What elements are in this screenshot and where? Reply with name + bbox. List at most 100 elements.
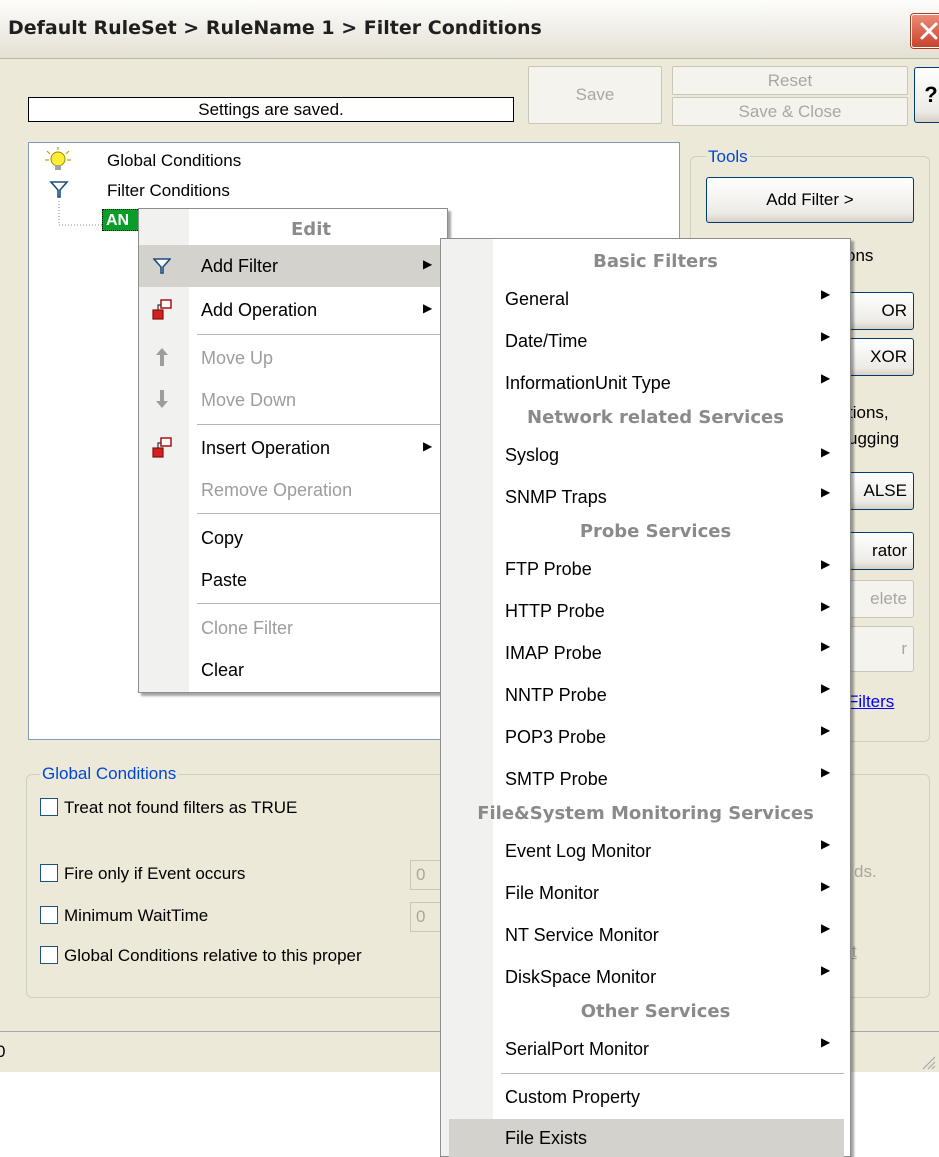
reset-button[interactable]: Reset — [672, 66, 908, 95]
save-close-button[interactable]: Save & Close — [672, 97, 908, 126]
menu-separator — [197, 424, 441, 425]
menu-item-remove-operation[interactable]: Remove Operation — [139, 469, 447, 511]
menu-item-label: DiskSpace Monitor — [505, 967, 657, 987]
section-header-other-services: Other Services — [580, 1001, 731, 1022]
menu-item-add-operation[interactable]: Add Operation ▶ — [139, 289, 447, 331]
menu-item-diskspace-monitor[interactable]: DiskSpace Monitor ▶ — [441, 955, 850, 997]
submenu-arrow-icon: ▶ — [821, 445, 831, 459]
menu-item-label: Event Log Monitor — [505, 841, 652, 861]
menu-item-label: POP3 Probe — [505, 727, 607, 747]
menu-item-http-probe[interactable]: HTTP Probe ▶ — [441, 589, 850, 631]
submenu-arrow-icon: ▶ — [821, 329, 831, 343]
section-header-basic-filters: Basic Filters — [593, 251, 718, 272]
menu-item-clear[interactable]: Clear — [139, 649, 447, 691]
menu-item-add-filter[interactable]: Add Filter ▶ — [139, 245, 447, 287]
window-title: Default RuleSet > RuleName 1 > Filter Co… — [8, 17, 542, 39]
submenu-arrow-icon: ▶ — [821, 1035, 831, 1049]
submenu-arrow-icon: ▶ — [821, 681, 831, 695]
menu-item-label: SMTP Probe — [505, 769, 608, 789]
menu-item-custom-property[interactable]: Custom Property — [441, 1077, 850, 1117]
menu-item-pop3-probe[interactable]: POP3 Probe ▶ — [441, 715, 850, 757]
tools-hint-line2: ugging — [848, 429, 900, 448]
menu-item-insert-operation[interactable]: Insert Operation ▶ — [139, 427, 447, 469]
menu-item-serialport-monitor[interactable]: SerialPort Monitor ▶ — [441, 1027, 850, 1069]
fire-only-if-row[interactable]: Fire only if Event occurs — [40, 864, 245, 884]
menu-item-label: Date/Time — [505, 331, 588, 351]
menu-item-nntp-probe[interactable]: NNTP Probe ▶ — [441, 673, 850, 715]
global-conditions-group-title: Global Conditions — [40, 764, 179, 784]
right-partial-text-1: ds. — [854, 862, 877, 881]
relative-property-checkbox[interactable] — [40, 946, 58, 964]
menu-item-move-down[interactable]: Move Down — [139, 379, 447, 421]
add-filter-button[interactable]: Add Filter > — [706, 177, 914, 223]
menu-item-smtp-probe[interactable]: SMTP Probe ▶ — [441, 757, 850, 799]
menu-item-copy[interactable]: Copy — [139, 517, 447, 559]
menu-item-label: Add Filter — [201, 256, 279, 276]
menu-item-label: FTP Probe — [505, 559, 592, 579]
menu-item-general[interactable]: General ▶ — [441, 277, 850, 319]
treat-not-found-row[interactable]: Treat not found filters as TRUE — [40, 798, 297, 818]
relative-property-row[interactable]: Global Conditions relative to this prope… — [40, 946, 362, 966]
min-waittime-row[interactable]: Minimum WaitTime — [40, 906, 208, 926]
save-status-text: Settings are saved. — [28, 97, 514, 122]
tools-group-title: Tools — [706, 147, 750, 167]
filters-link[interactable]: Filters — [848, 692, 894, 712]
menu-item-ftp-probe[interactable]: FTP Probe ▶ — [441, 547, 850, 589]
menu-item-move-up[interactable]: Move Up — [139, 337, 447, 379]
treat-not-found-label: Treat not found filters as TRUE — [64, 798, 298, 817]
submenu-arrow-icon: ▶ — [821, 557, 831, 571]
menu-item-label: General — [505, 289, 570, 309]
menu-item-file-exists[interactable]: File Exists — [449, 1119, 844, 1157]
menu-item-date-time[interactable]: Date/Time ▶ — [441, 319, 850, 361]
title-bar[interactable]: Default RuleSet > RuleName 1 > Filter Co… — [0, 0, 939, 59]
menu-item-label: File Monitor — [505, 883, 600, 903]
menu-item-label: NNTP Probe — [505, 685, 607, 705]
menu-item-label: Move Down — [201, 390, 297, 410]
menu-item-label: Syslog — [505, 445, 560, 465]
tree-connector-line — [58, 201, 102, 226]
menu-item-event-log-monitor[interactable]: Event Log Monitor ▶ — [441, 829, 850, 871]
add-filter-submenu: Basic Filters General ▶ Date/Time ▶ Inform… — [440, 238, 851, 1157]
help-button[interactable]: ? — [914, 67, 939, 123]
treat-not-found-checkbox[interactable] — [40, 798, 58, 816]
status-bar-text: 0 — [0, 1042, 6, 1061]
menu-item-nt-service-monitor[interactable]: NT Service Monitor ▶ — [441, 913, 850, 955]
section-header-probe-services: Probe Services — [579, 521, 732, 542]
lightbulb-icon — [45, 147, 71, 170]
close-button[interactable] — [911, 14, 939, 48]
operation-icon — [152, 437, 172, 458]
menu-item-label: IMAP Probe — [505, 643, 602, 663]
menu-item-snmp-traps[interactable]: SNMP Traps ▶ — [441, 475, 850, 517]
submenu-arrow-icon: ▶ — [821, 765, 831, 779]
menu-item-label: Clone Filter — [201, 618, 294, 638]
menu-item-label: File Exists — [505, 1128, 588, 1148]
menu-separator — [197, 334, 441, 335]
submenu-arrow-icon: ▶ — [821, 963, 831, 977]
menu-item-informationunit-type[interactable]: InformationUnit Type ▶ — [441, 361, 850, 403]
menu-item-label: Clear — [201, 660, 245, 680]
menu-item-syslog[interactable]: Syslog ▶ — [441, 433, 850, 475]
menu-item-label: HTTP Probe — [505, 601, 605, 621]
menu-item-file-monitor[interactable]: File Monitor ▶ — [441, 871, 850, 913]
tools-hint-line1: tions, — [848, 403, 889, 422]
edit-context-menu: Edit Add Filter ▶ Add Operation ▶ Move U… — [138, 208, 448, 693]
submenu-arrow-icon: ▶ — [423, 257, 433, 271]
right-partial-text-2: t — [852, 942, 857, 961]
relative-property-label: Global Conditions relative to this prope… — [64, 946, 362, 965]
and-operation-node[interactable]: AN — [102, 209, 142, 231]
menu-item-label: Remove Operation — [201, 480, 353, 500]
fire-only-if-checkbox[interactable] — [40, 864, 58, 882]
menu-separator — [197, 513, 441, 514]
min-waittime-checkbox[interactable] — [40, 906, 58, 924]
menu-item-clone-filter[interactable]: Clone Filter — [139, 607, 447, 649]
tree-item-filter-conditions[interactable]: Filter Conditions — [107, 181, 230, 201]
resize-grip-icon[interactable] — [920, 1054, 936, 1070]
menu-item-paste[interactable]: Paste — [139, 559, 447, 601]
menu-item-imap-probe[interactable]: IMAP Probe ▶ — [441, 631, 850, 673]
submenu-arrow-icon: ▶ — [821, 371, 831, 385]
submenu-arrow-icon: ▶ — [821, 879, 831, 893]
tree-item-global-conditions[interactable]: Global Conditions — [107, 151, 241, 171]
section-header-file-system-monitoring: File&System Monitoring Services — [477, 803, 814, 824]
menu-item-label: Copy — [201, 528, 244, 548]
save-button[interactable]: Save — [528, 66, 662, 124]
